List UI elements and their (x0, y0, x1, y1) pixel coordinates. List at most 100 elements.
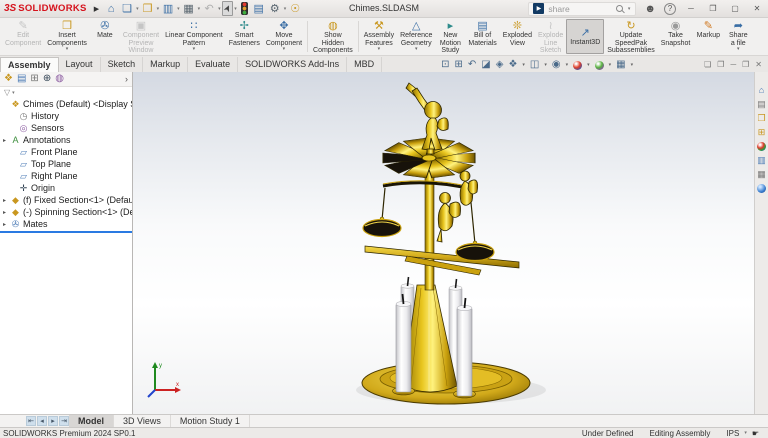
rebuild-traffic-light-icon[interactable] (241, 2, 248, 15)
expand-arrow-icon[interactable]: ▸ (3, 137, 10, 144)
dropdown-caret-icon[interactable]: ▾ (631, 62, 634, 68)
3dexperience-icon[interactable] (757, 184, 766, 193)
ribbon-button-update-speedpak-subassemblies[interactable]: ↻Update SpeedPak Subassemblies (604, 19, 657, 54)
expand-arrow-icon[interactable]: ▸ (3, 197, 10, 204)
expand-arrow-icon[interactable]: ▸ (3, 209, 10, 216)
options-gear-icon[interactable]: ⚙ (267, 1, 283, 17)
print-icon[interactable]: ▦ (181, 1, 197, 17)
tree-filter-row[interactable]: ▽ ▾ (0, 87, 132, 98)
ribbon-button-move-component[interactable]: ✥Move Component▾ (263, 19, 305, 54)
ribbon-button-smart-fasteners[interactable]: ✢Smart Fasteners (226, 19, 263, 54)
minimize-button[interactable]: ─ (684, 4, 698, 13)
tab-assembly[interactable]: Assembly (0, 57, 59, 72)
ribbon-button-share-a-file[interactable]: ➦Share a file▾ (723, 19, 753, 54)
dropdown-caret-icon[interactable]: ▾ (283, 47, 286, 51)
touch-mode-icon[interactable]: ☉ (287, 1, 303, 17)
section-view-icon[interactable]: ◪ (481, 60, 490, 70)
tree-item-annotations[interactable]: ▸AAnnotations (0, 134, 132, 146)
mdi-restore-icon[interactable]: ❐ (742, 60, 749, 69)
new-document-icon[interactable]: ❏ (119, 1, 135, 17)
ribbon-button-exploded-view[interactable]: ❊Exploded View (500, 19, 535, 54)
status-tag-icon[interactable]: ☛ (752, 429, 759, 438)
tab-3d-views[interactable]: 3D Views (114, 415, 171, 427)
propertymanager-tab-icon[interactable]: ▤ (17, 74, 26, 84)
tree-item-history[interactable]: ◷History (0, 110, 132, 122)
select-caret-icon[interactable]: ▾ (234, 6, 237, 12)
ribbon-button-insert-components[interactable]: ❒Insert Components▾ (44, 19, 90, 54)
open-caret-icon[interactable]: ▾ (157, 6, 160, 12)
dropdown-caret-icon[interactable]: ▾ (609, 62, 612, 68)
panel-chevron-icon[interactable]: › (125, 74, 128, 84)
tree-item-sensors[interactable]: ◎Sensors (0, 122, 132, 134)
featuremanager-tab-icon[interactable]: ❖ (4, 74, 13, 84)
ribbon-button-new-motion-study[interactable]: ▸New Motion Study (435, 19, 465, 54)
last-tab-icon[interactable]: ⇥ (59, 416, 69, 426)
document-window-icon[interactable]: ❏ (704, 60, 711, 69)
design-library-icon[interactable]: ❒ (757, 114, 765, 123)
close-button[interactable]: ✕ (750, 4, 764, 13)
dropdown-caret-icon[interactable]: ▾ (415, 47, 418, 51)
filter-caret-icon[interactable]: ▾ (12, 90, 15, 96)
undo-icon[interactable]: ↶ (201, 1, 217, 17)
dropdown-caret-icon[interactable]: ▾ (66, 47, 69, 51)
toolbox-icon[interactable]: ⊞ (758, 128, 766, 137)
ribbon-button-assembly-features[interactable]: ⚒Assembly Features▾ (361, 19, 397, 54)
ribbon-button-show-hidden-components[interactable]: ◍Show Hidden Components (310, 19, 356, 54)
tab-sketch[interactable]: Sketch (101, 57, 144, 72)
search-field[interactable]: ▶ share ▾ (528, 2, 636, 16)
search-icon[interactable] (616, 5, 623, 12)
dynamic-annotation-views-icon[interactable]: ◈ (496, 60, 504, 70)
rollback-bar[interactable] (0, 231, 132, 233)
status-units[interactable]: IPS (726, 429, 739, 438)
restore-button[interactable]: ❐ (706, 4, 720, 13)
solidworks-resources-icon[interactable]: ▦ (757, 170, 766, 179)
view-settings-icon[interactable]: ▦ (616, 60, 625, 70)
tree-item-top-plane[interactable]: ▱Top Plane (0, 158, 132, 170)
tab-layout[interactable]: Layout (59, 57, 101, 72)
tree-item-assembly-root[interactable]: ❖Chimes (Default) <Display State-1> (0, 98, 132, 110)
tree-item-origin[interactable]: ✛Origin (0, 182, 132, 194)
dropdown-caret-icon[interactable]: ▾ (566, 62, 569, 68)
mdi-minimize-icon[interactable]: ─ (730, 60, 736, 69)
select-tool-button[interactable]: ➤ (222, 1, 234, 16)
ribbon-button-bill-of-materials[interactable]: ▤Bill of Materials (465, 19, 499, 54)
open-document-icon[interactable]: ❒ (140, 1, 156, 17)
ribbon-button-reference-geometry[interactable]: △Reference Geometry▾ (397, 19, 435, 54)
view-orientation-icon[interactable]: ❖ (508, 60, 517, 70)
options-caret-icon[interactable]: ▾ (284, 6, 287, 12)
ribbon-button-mate[interactable]: ✇Mate (90, 19, 120, 54)
previous-tab-icon[interactable]: ◂ (37, 416, 47, 426)
tab-markup[interactable]: Markup (143, 57, 188, 72)
ribbon-button-markup[interactable]: ✎Markup (693, 19, 723, 54)
tree-item-mates[interactable]: ▸✇Mates (0, 218, 132, 230)
appearances-scenes-icon[interactable] (757, 142, 766, 151)
tab-motion-study-1[interactable]: Motion Study 1 (171, 415, 250, 427)
tab-evaluate[interactable]: Evaluate (188, 57, 238, 72)
tab-model[interactable]: Model (69, 415, 114, 427)
expand-arrow-icon[interactable]: ▸ (3, 221, 10, 228)
ribbon-button-instant3d[interactable]: ↗Instant3D (566, 19, 604, 54)
user-account-icon[interactable]: ☻ (644, 3, 656, 15)
dropdown-caret-icon[interactable]: ▾ (587, 62, 590, 68)
menu-flyout-arrow-icon[interactable]: ▶ (94, 5, 99, 13)
next-tab-icon[interactable]: ▸ (48, 416, 58, 426)
displaymanager-tab-icon[interactable]: ◍ (55, 74, 64, 84)
help-icon[interactable]: ? (664, 3, 676, 15)
zoom-to-fit-icon[interactable]: ⊡ (441, 60, 449, 70)
edit-appearance-icon[interactable] (573, 61, 582, 70)
tab-solidworks-add-ins[interactable]: SOLIDWORKS Add-Ins (238, 57, 347, 72)
ribbon-button-take-snapshot[interactable]: ◉Take Snapshot (658, 19, 694, 54)
dropdown-caret-icon[interactable]: ▾ (522, 62, 525, 68)
home-tab-icon[interactable]: ⌂ (759, 86, 764, 95)
display-style-icon[interactable]: ◫ (530, 60, 539, 70)
custom-properties-icon[interactable]: ▥ (757, 156, 766, 165)
save-icon[interactable]: ▥ (160, 1, 176, 17)
zoom-to-area-icon[interactable]: ⊞ (455, 60, 463, 70)
new-caret-icon[interactable]: ▾ (136, 6, 139, 12)
tree-item-spinning-section[interactable]: ▸◆(-) Spinning Section<1> (Default) <Dis… (0, 206, 132, 218)
dropdown-caret-icon[interactable]: ▾ (737, 47, 740, 51)
chimes-3d-model[interactable] (349, 80, 569, 410)
tree-item-fixed-section[interactable]: ▸◆(f) Fixed Section<1> (Default) <Displa… (0, 194, 132, 206)
ribbon-button-linear-component-pattern[interactable]: ∷Linear Component Pattern▾ (162, 19, 226, 54)
units-caret-icon[interactable]: ▾ (744, 430, 747, 436)
